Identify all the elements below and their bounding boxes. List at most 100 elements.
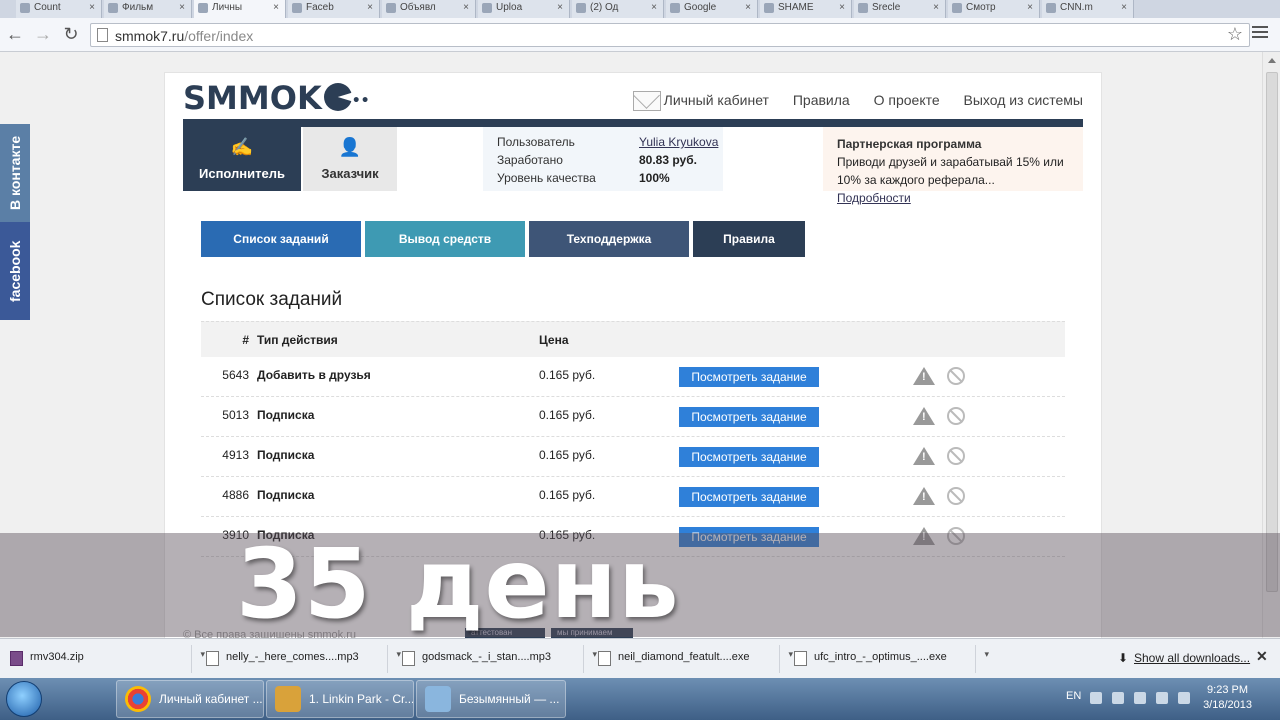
browser-tab-active[interactable]: Личны × [194, 0, 286, 18]
archive-file-icon [10, 651, 23, 666]
close-tab-icon[interactable]: × [745, 2, 751, 13]
file-icon [402, 651, 415, 666]
network-icon[interactable] [1134, 692, 1146, 704]
browser-tab[interactable]: SHAME × [760, 0, 852, 18]
tab-rules[interactable]: Правила [693, 221, 805, 257]
vk-button[interactable]: В контакте [0, 124, 30, 222]
close-tab-icon[interactable]: × [1027, 2, 1033, 13]
partner-details-link[interactable]: Подробности [837, 191, 911, 205]
pacman-logo-icon [323, 83, 352, 111]
tab-support[interactable]: Техподдержка [529, 221, 689, 257]
chevron-down-icon[interactable]: ▾ [984, 649, 989, 660]
close-icon[interactable]: ✕ [1256, 648, 1268, 665]
taskbar-item-player[interactable]: 1. Linkin Park - Cr... [266, 680, 414, 718]
close-tab-icon[interactable]: × [1121, 2, 1127, 13]
nav-rules[interactable]: Правила [793, 92, 850, 108]
close-tab-icon[interactable]: × [557, 2, 563, 13]
tray-arrow-icon[interactable] [1112, 692, 1124, 704]
user-icon: 👤 [338, 137, 362, 157]
block-icon[interactable] [947, 407, 965, 425]
browser-tab[interactable]: Srecle × [854, 0, 946, 18]
taskbar-item-editor[interactable]: Безымянный — ... [416, 680, 566, 718]
download-item[interactable]: nelly_-_here_comes....mp3 ▾ [198, 645, 401, 673]
close-tab-icon[interactable]: × [839, 2, 845, 13]
user-stats: Пользователь Yulia Kryukova Заработано 80.… [483, 127, 723, 191]
browser-tab[interactable]: Count × [16, 0, 102, 18]
pinned-app-icon[interactable] [62, 680, 114, 718]
close-tab-icon[interactable]: × [933, 2, 939, 13]
tray-app-icon[interactable] [1178, 692, 1190, 704]
view-task-button[interactable]: Посмотреть задание [679, 367, 819, 387]
block-icon[interactable] [947, 487, 965, 505]
site-logo[interactable]: SMMOK •• [183, 79, 370, 117]
download-item[interactable]: neil_diamond_featult....exe ▾ [590, 645, 793, 673]
favicon-icon [292, 3, 302, 13]
browser-tab[interactable]: CNN.m × [1042, 0, 1134, 18]
close-tab-icon[interactable]: × [89, 2, 95, 13]
browser-tab[interactable]: Объявл × [382, 0, 476, 18]
tab-withdraw[interactable]: Вывод средств [365, 221, 525, 257]
favicon-icon [576, 3, 586, 13]
warning-icon[interactable] [913, 407, 935, 425]
downloads-bar: rmv304.zip ▾ nelly_-_here_comes....mp3 ▾ g… [0, 638, 1280, 678]
browser-tab[interactable]: Фильм × [104, 0, 192, 18]
show-all-downloads-link[interactable]: Show all downloads... [1134, 651, 1250, 665]
taskbar-item-chrome[interactable]: Личный кабинет ... [116, 680, 264, 718]
header-bar [183, 119, 1083, 127]
reload-icon[interactable]: ↻ [60, 23, 82, 45]
browser-tab[interactable]: Uploa × [478, 0, 570, 18]
role-customer-button[interactable]: 👤 Заказчик [303, 127, 397, 191]
download-item[interactable]: ufc_intro_-_optimus_....exe ▾ [786, 645, 989, 673]
role-executor-button[interactable]: ✍ Исполнитель [183, 127, 301, 191]
file-icon [794, 651, 807, 666]
start-button[interactable] [6, 681, 42, 717]
scroll-up-icon[interactable] [1268, 58, 1276, 63]
earned-value: 80.83 руб. [639, 153, 697, 167]
favicon-icon [858, 3, 868, 13]
logo-dots-icon: •• [351, 93, 370, 109]
nav-about[interactable]: О проекте [874, 92, 940, 108]
view-task-button[interactable]: Посмотреть задание [679, 447, 819, 467]
warning-icon[interactable] [913, 367, 935, 385]
facebook-button[interactable]: facebook [0, 222, 30, 320]
block-icon[interactable] [947, 367, 965, 385]
close-tab-icon[interactable]: × [273, 2, 279, 13]
close-tab-icon[interactable]: × [463, 2, 469, 13]
system-clock[interactable]: 9:23 PM 3/18/2013 [1203, 683, 1252, 713]
editor-icon [425, 686, 451, 712]
tab-task-list[interactable]: Список заданий [201, 221, 361, 257]
block-icon[interactable] [947, 447, 965, 465]
view-task-button[interactable]: Посмотреть задание [679, 487, 819, 507]
file-icon [206, 651, 219, 666]
nav-logout[interactable]: Выход из системы [964, 92, 1083, 108]
forward-arrow-icon[interactable]: → [32, 23, 54, 45]
download-item[interactable]: godsmack_-_i_stan....mp3 ▾ [394, 645, 597, 673]
address-bar[interactable]: smmok7.ru/offer/index ☆ [90, 23, 1250, 47]
keyboard-icon[interactable] [1090, 692, 1102, 704]
browser-tab[interactable]: Faceb × [288, 0, 380, 18]
close-tab-icon[interactable]: × [367, 2, 373, 13]
browser-tab[interactable]: Google × [666, 0, 758, 18]
volume-icon[interactable] [1156, 692, 1168, 704]
nav-cabinet[interactable]: Личный кабинет [664, 92, 769, 108]
language-indicator[interactable]: EN [1066, 690, 1081, 702]
url-text[interactable]: smmok7.ru/offer/index [115, 28, 253, 44]
player-icon [275, 686, 301, 712]
warning-icon[interactable] [913, 447, 935, 465]
browser-tab[interactable]: Смотр × [948, 0, 1040, 18]
username-link[interactable]: Yulia Kryukova [639, 135, 718, 149]
scroll-thumb[interactable] [1266, 72, 1278, 592]
download-item[interactable]: rmv304.zip ▾ [2, 645, 205, 673]
executor-icon: ✍ [230, 137, 254, 157]
warning-icon[interactable] [913, 487, 935, 505]
browser-tab[interactable]: (2) Од × [572, 0, 664, 18]
bookmark-star-icon[interactable]: ☆ [1227, 24, 1243, 45]
back-arrow-icon[interactable]: ← [4, 23, 26, 45]
menu-icon[interactable] [1252, 26, 1268, 41]
tab-strip: Count × Фильм × Личны × Faceb × Объявл × Uplo… [0, 0, 1280, 18]
favicon-icon [670, 3, 680, 13]
close-tab-icon[interactable]: × [179, 2, 185, 13]
close-tab-icon[interactable]: × [651, 2, 657, 13]
download-icon: ⬇ [1118, 651, 1129, 665]
view-task-button[interactable]: Посмотреть задание [679, 407, 819, 427]
